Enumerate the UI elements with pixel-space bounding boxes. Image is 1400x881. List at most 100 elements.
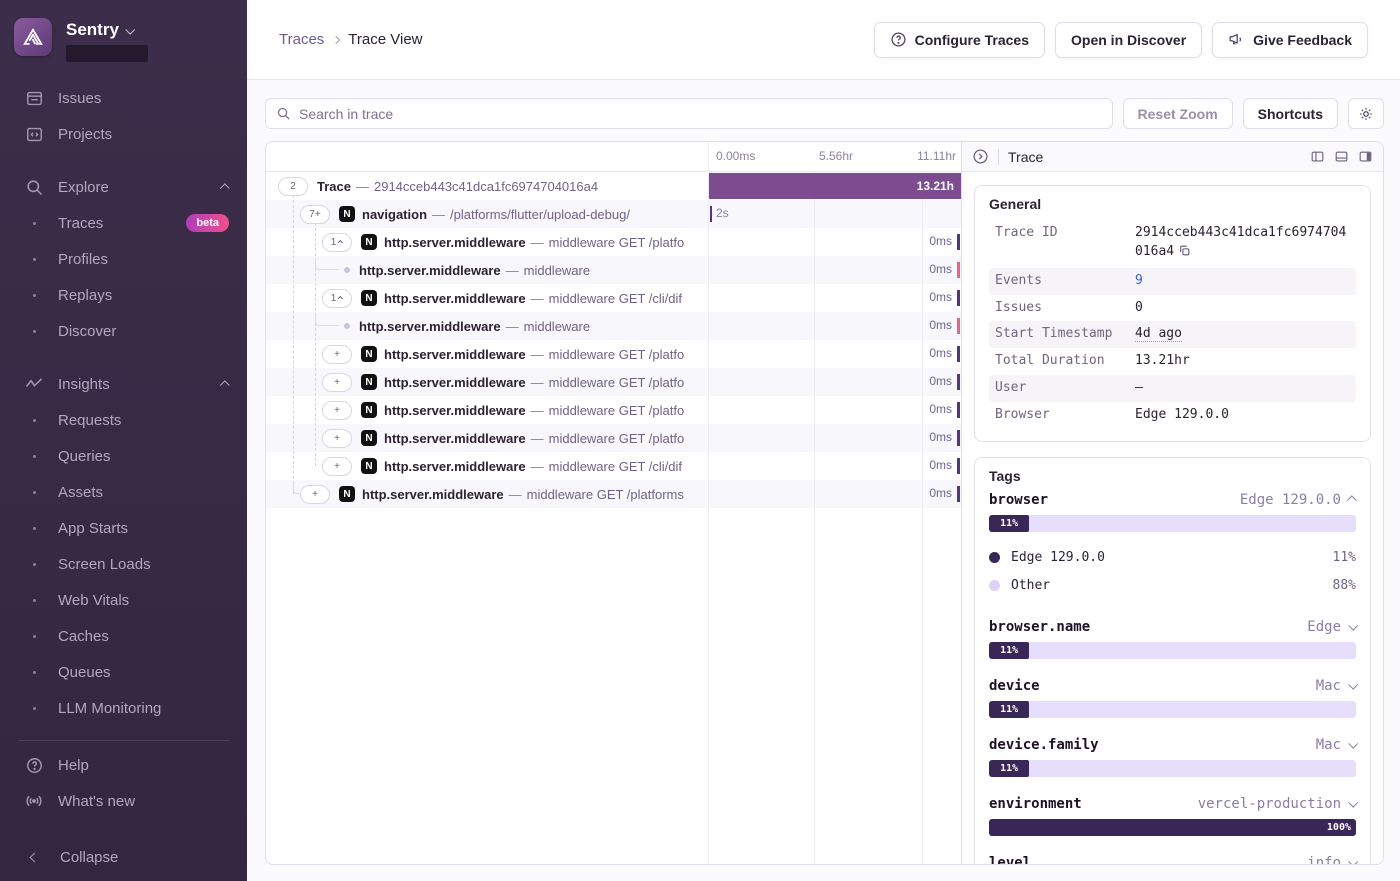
sidebar-collapse-button[interactable]: Collapse [0, 833, 247, 881]
copy-icon[interactable] [1178, 244, 1191, 264]
span-separator: — [531, 291, 544, 306]
tag-distribution-bar[interactable]: 11% [989, 701, 1356, 718]
sidebar-item-label: Web Vitals [58, 592, 129, 609]
tag-distribution-bar[interactable]: 100% [989, 819, 1356, 836]
bullet-icon [24, 635, 44, 638]
span-children-badge[interactable]: 7+ [300, 205, 330, 224]
span-children-badge[interactable]: 1 [322, 233, 352, 252]
trace-search[interactable] [265, 98, 1113, 129]
tag-header[interactable]: environment vercel-production [989, 796, 1356, 812]
trace-settings-button[interactable] [1348, 98, 1384, 129]
tag-header[interactable]: level info [989, 855, 1356, 864]
span-timeline-cell: 2s [708, 200, 961, 228]
sidebar-item-label: Projects [58, 126, 112, 143]
kv-label: Trace ID [995, 224, 1135, 264]
shortcuts-button[interactable]: Shortcuts [1243, 98, 1338, 129]
layout-left-icon[interactable] [1310, 149, 1325, 164]
trace-duration-bar[interactable]: 13.21h [709, 173, 961, 199]
sidebar-item-help[interactable]: Help [0, 747, 247, 783]
tag-header[interactable]: browser.name Edge [989, 619, 1356, 635]
sidebar-item-requests[interactable]: Requests [0, 402, 247, 438]
sidebar-item-web-vitals[interactable]: Web Vitals [0, 582, 247, 618]
sidebar-item-issues[interactable]: Issues [0, 80, 247, 116]
span-tick [957, 430, 960, 446]
chevron-up-icon [220, 183, 230, 193]
table-row[interactable]: 7+Nnavigation—/platforms/flutter/upload-… [266, 200, 961, 228]
drawer-header: Trace [962, 142, 1383, 172]
table-row[interactable]: +Nhttp.server.middleware—middleware GET … [266, 452, 961, 480]
tag-distribution-bar[interactable]: 11% [989, 515, 1356, 532]
kv-value[interactable]: 9 [1135, 272, 1350, 291]
sidebar-section-explore[interactable]: Explore [0, 169, 247, 205]
nextjs-icon: N [361, 374, 377, 390]
sidebar-item-what-s-new[interactable]: What's new [0, 783, 247, 819]
table-row[interactable]: 2Trace—2914cceb443c41dca1fc6974704016a41… [266, 172, 961, 200]
tag-header[interactable]: browser Edge 129.0.0 [989, 492, 1356, 508]
span-children-badge[interactable]: + [322, 429, 352, 448]
tag-top-value: Mac [1316, 678, 1356, 694]
sidebar-item-queues[interactable]: Queues [0, 654, 247, 690]
tag-segment: 100% [989, 819, 1356, 836]
span-children-badge[interactable]: + [322, 373, 352, 392]
sidebar-item-replays[interactable]: Replays [0, 277, 247, 313]
tag-distribution-bar[interactable]: 11% [989, 760, 1356, 777]
kv-value[interactable]: 4d ago [1135, 325, 1350, 344]
tag-header[interactable]: device.family Mac [989, 737, 1356, 753]
sidebar-item-llm-monitoring[interactable]: LLM Monitoring [0, 690, 247, 726]
sidebar-item-screen-loads[interactable]: Screen Loads [0, 546, 247, 582]
sidebar-item-app-starts[interactable]: App Starts [0, 510, 247, 546]
span-row-label: 1Nhttp.server.middleware—middleware GET … [266, 228, 708, 256]
span-tick [957, 262, 960, 278]
tag-header[interactable]: device Mac [989, 678, 1356, 694]
span-children-badge[interactable]: + [322, 401, 352, 420]
nextjs-icon: N [361, 234, 377, 250]
legend-item[interactable]: Other 88% [989, 572, 1356, 600]
table-row[interactable]: +Nhttp.server.middleware—middleware GET … [266, 368, 961, 396]
span-children-badge[interactable]: + [300, 485, 330, 504]
give-feedback-button[interactable]: Give Feedback [1212, 22, 1368, 58]
legend-item[interactable]: Edge 129.0.0 11% [989, 544, 1356, 572]
trace-waterfall-panel: 0.00ms 5.56hr 11.11hr 2Trace—2914cceb443… [266, 142, 961, 864]
table-row[interactable]: 1Nhttp.server.middleware—middleware GET … [266, 228, 961, 256]
bullet-icon [24, 707, 44, 710]
sidebar-item-discover[interactable]: Discover [0, 313, 247, 349]
sidebar-item-assets[interactable]: Assets [0, 474, 247, 510]
configure-traces-label: Configure Traces [915, 32, 1029, 48]
breadcrumb: Traces Trace View [279, 31, 423, 48]
sidebar-item-traces[interactable]: Traces beta [0, 205, 247, 241]
table-row[interactable]: 1Nhttp.server.middleware—middleware GET … [266, 284, 961, 312]
span-row-label: +Nhttp.server.middleware—middleware GET … [266, 396, 708, 424]
layout-bottom-icon[interactable] [1334, 149, 1349, 164]
org-switcher[interactable]: Sentry [0, 14, 247, 62]
sidebar-item-caches[interactable]: Caches [0, 618, 247, 654]
axis-tick-2: 11.11hr [917, 149, 956, 163]
sidebar-item-queries[interactable]: Queries [0, 438, 247, 474]
span-row-label: +Nhttp.server.middleware—middleware GET … [266, 480, 708, 508]
legend-pct: 11% [1333, 550, 1356, 565]
span-children-badge[interactable]: + [322, 345, 352, 364]
table-row[interactable]: +Nhttp.server.middleware—middleware GET … [266, 340, 961, 368]
table-row[interactable]: +Nhttp.server.middleware—middleware GET … [266, 396, 961, 424]
span-description: middleware GET /platfo [549, 347, 685, 362]
table-row[interactable]: +Nhttp.server.middleware—middleware GET … [266, 424, 961, 452]
expand-circle-icon[interactable] [972, 148, 989, 165]
span-children-badge[interactable]: 1 [322, 289, 352, 308]
search-input[interactable] [299, 106, 1102, 122]
sidebar-item-profiles[interactable]: Profiles [0, 241, 247, 277]
table-row[interactable]: +Nhttp.server.middleware—middleware GET … [266, 480, 961, 508]
configure-traces-button[interactable]: Configure Traces [874, 22, 1045, 58]
table-row[interactable]: http.server.middleware—middleware0ms [266, 312, 961, 340]
span-children-badge[interactable]: + [322, 457, 352, 476]
span-children-badge[interactable]: 2 [278, 177, 308, 196]
sidebar-section-insights[interactable]: Insights [0, 366, 247, 402]
bullet-icon [24, 258, 44, 261]
reset-zoom-button[interactable]: Reset Zoom [1123, 98, 1233, 129]
span-description: middleware GET /platforms [527, 487, 684, 502]
open-in-discover-button[interactable]: Open in Discover [1055, 22, 1202, 58]
sidebar-item-projects[interactable]: Projects [0, 116, 247, 152]
sidebar-divider [18, 740, 229, 741]
breadcrumb-traces-link[interactable]: Traces [279, 31, 324, 48]
layout-right-icon[interactable] [1358, 149, 1373, 164]
tag-distribution-bar[interactable]: 11% [989, 642, 1356, 659]
table-row[interactable]: http.server.middleware—middleware0ms [266, 256, 961, 284]
